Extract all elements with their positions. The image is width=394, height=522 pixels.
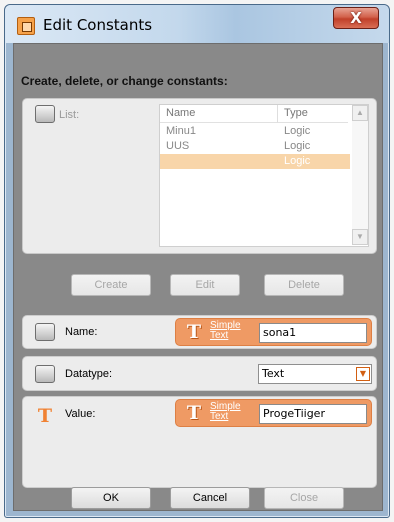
column-header-name[interactable]: Name	[160, 105, 278, 123]
close-window-button[interactable]: X	[333, 7, 379, 29]
table-row[interactable]: Minu1 Logic	[160, 124, 350, 139]
list-label: List:	[59, 109, 80, 121]
value-text-icon: T	[37, 405, 53, 427]
name-editor: T Simple Text sona1	[175, 318, 372, 346]
cell-name: UUS	[166, 140, 190, 152]
value-field-panel: T Value: T Simple Text ProgeTiiger	[22, 396, 377, 488]
cell-type: Logic	[284, 140, 311, 152]
simple-text-link[interactable]: Simple Text	[210, 402, 241, 422]
datatype-field-panel: Datatype: Text ▼	[22, 356, 377, 391]
constants-table[interactable]: Name Type Minu1 Logic UUS Logic Logic ▲ …	[159, 104, 369, 247]
datatype-dropdown[interactable]: Text ▼	[258, 364, 372, 384]
name-field-panel: Name: T Simple Text sona1	[22, 315, 377, 349]
table-row[interactable]: UUS Logic	[160, 139, 350, 154]
dialog-heading: Create, delete, or change constants:	[21, 74, 228, 88]
vertical-scrollbar-track[interactable]	[352, 121, 368, 229]
column-header-type[interactable]: Type	[278, 105, 348, 123]
value-editor: T Simple Text ProgeTiiger	[175, 399, 372, 427]
title-bar[interactable]: Edit Constants X	[5, 5, 389, 43]
datatype-label: Datatype:	[65, 368, 113, 380]
cell-type: Logic	[284, 155, 311, 167]
constants-list-panel: List: Name Type Minu1 Logic UUS Logic Lo…	[22, 98, 377, 254]
edit-constants-dialog: Edit Constants X Create, delete, or chan…	[4, 4, 390, 518]
cell-name: Minu1	[166, 125, 196, 137]
chevron-down-icon[interactable]: ▼	[356, 367, 370, 381]
datatype-icon	[35, 365, 55, 383]
cell-type: Logic	[284, 125, 311, 137]
app-icon	[17, 17, 35, 35]
scroll-down-icon[interactable]: ▼	[352, 229, 368, 245]
edit-button[interactable]: Edit	[170, 274, 240, 296]
text-type-icon: T	[186, 321, 202, 343]
simple-text-link-line2: Text	[210, 330, 229, 341]
datatype-selected-value: Text	[262, 367, 285, 380]
table-row-selected[interactable]: Logic	[160, 154, 350, 169]
cancel-button[interactable]: Cancel	[170, 487, 250, 509]
delete-button[interactable]: Delete	[264, 274, 344, 296]
text-type-icon: T	[186, 402, 202, 424]
close-button[interactable]: Close	[264, 487, 344, 509]
create-button[interactable]: Create	[71, 274, 151, 296]
dialog-body: Create, delete, or change constants: Lis…	[13, 43, 383, 511]
simple-text-link[interactable]: Simple Text	[210, 321, 241, 341]
name-label: Name:	[65, 326, 98, 338]
clipboard-icon	[35, 105, 55, 123]
scroll-up-icon[interactable]: ▲	[352, 105, 368, 121]
ok-button[interactable]: OK	[71, 487, 151, 509]
value-label: Value:	[65, 408, 96, 420]
window-title: Edit Constants	[43, 16, 153, 34]
simple-text-link-line2: Text	[210, 411, 229, 422]
value-input[interactable]: ProgeTiiger	[259, 404, 367, 424]
name-tag-icon	[35, 323, 55, 341]
name-input[interactable]: sona1	[259, 323, 367, 343]
